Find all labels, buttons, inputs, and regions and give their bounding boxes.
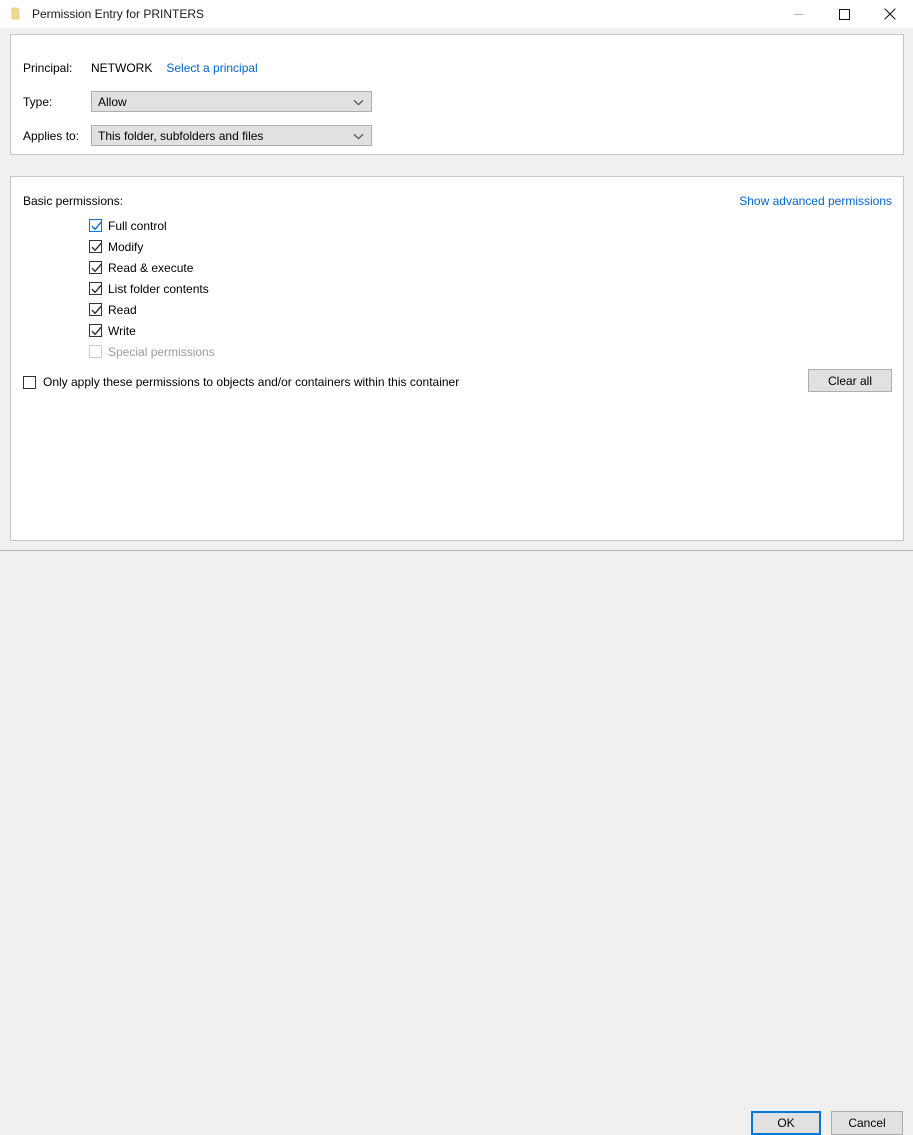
applies-to-row: Applies to: This folder, subfolders and … (23, 125, 372, 146)
applies-to-dropdown-value: This folder, subfolders and files (98, 128, 264, 143)
permission-label: Special permissions (108, 344, 215, 359)
show-advanced-permissions-link[interactable]: Show advanced permissions (739, 194, 892, 208)
permission-checkbox[interactable] (89, 240, 102, 253)
permission-label: Full control (108, 218, 167, 233)
permission-checkbox[interactable] (89, 282, 102, 295)
permission-row[interactable]: Full control (89, 215, 215, 236)
permissions-list: Full control Modify Read & execute List fol… (89, 215, 215, 362)
type-dropdown-value: Allow (98, 94, 127, 109)
principal-panel: Principal: NETWORK Select a principal Ty… (10, 34, 904, 155)
applies-to-label: Applies to: (23, 128, 80, 143)
type-row: Type: Allow (23, 91, 372, 112)
only-apply-row[interactable]: Only apply these permissions to objects … (23, 375, 459, 389)
select-a-principal-link[interactable]: Select a principal (166, 61, 257, 75)
applies-to-dropdown[interactable]: This folder, subfolders and files (91, 125, 372, 146)
permission-label: Write (108, 323, 136, 338)
type-dropdown[interactable]: Allow (91, 91, 372, 112)
permission-row[interactable]: List folder contents (89, 278, 215, 299)
close-icon[interactable] (867, 0, 913, 28)
permission-checkbox (89, 345, 102, 358)
maximize-icon[interactable] (821, 0, 867, 28)
type-label: Type: (23, 94, 53, 109)
permission-row[interactable]: Read (89, 299, 215, 320)
principal-value: NETWORK (91, 60, 153, 75)
window-title: Permission Entry for PRINTERS (32, 7, 205, 21)
footer-bar: OK Cancel (0, 551, 913, 1135)
permission-row: Special permissions (89, 341, 215, 362)
permission-checkbox[interactable] (89, 324, 102, 337)
basic-permissions-label: Basic permissions: (23, 194, 124, 208)
principal-label: Principal: (23, 60, 73, 75)
clear-all-button[interactable]: Clear all (808, 369, 892, 392)
only-apply-checkbox[interactable] (23, 375, 36, 389)
window-controls (775, 0, 913, 28)
folder-icon (8, 6, 24, 22)
permission-label: List folder contents (108, 281, 209, 296)
permission-checkbox[interactable] (89, 303, 102, 316)
permission-checkbox[interactable] (89, 219, 102, 232)
principal-row: Principal: NETWORK Select a principal (23, 57, 258, 78)
permission-checkbox[interactable] (89, 261, 102, 274)
ok-button[interactable]: OK (751, 1111, 821, 1135)
title-bar: Permission Entry for PRINTERS (0, 0, 913, 28)
only-apply-label: Only apply these permissions to objects … (43, 375, 460, 389)
chevron-down-icon (353, 95, 364, 109)
permission-label: Modify (108, 239, 144, 254)
permission-row[interactable]: Read & execute (89, 257, 215, 278)
chevron-down-icon (353, 129, 364, 143)
permissions-panel: Basic permissions: Show advanced permiss… (10, 176, 904, 541)
permission-label: Read & execute (108, 260, 194, 275)
minimize-icon[interactable] (775, 0, 821, 28)
permission-row[interactable]: Write (89, 320, 215, 341)
cancel-button[interactable]: Cancel (831, 1111, 903, 1135)
permission-label: Read (108, 302, 137, 317)
permission-row[interactable]: Modify (89, 236, 215, 257)
